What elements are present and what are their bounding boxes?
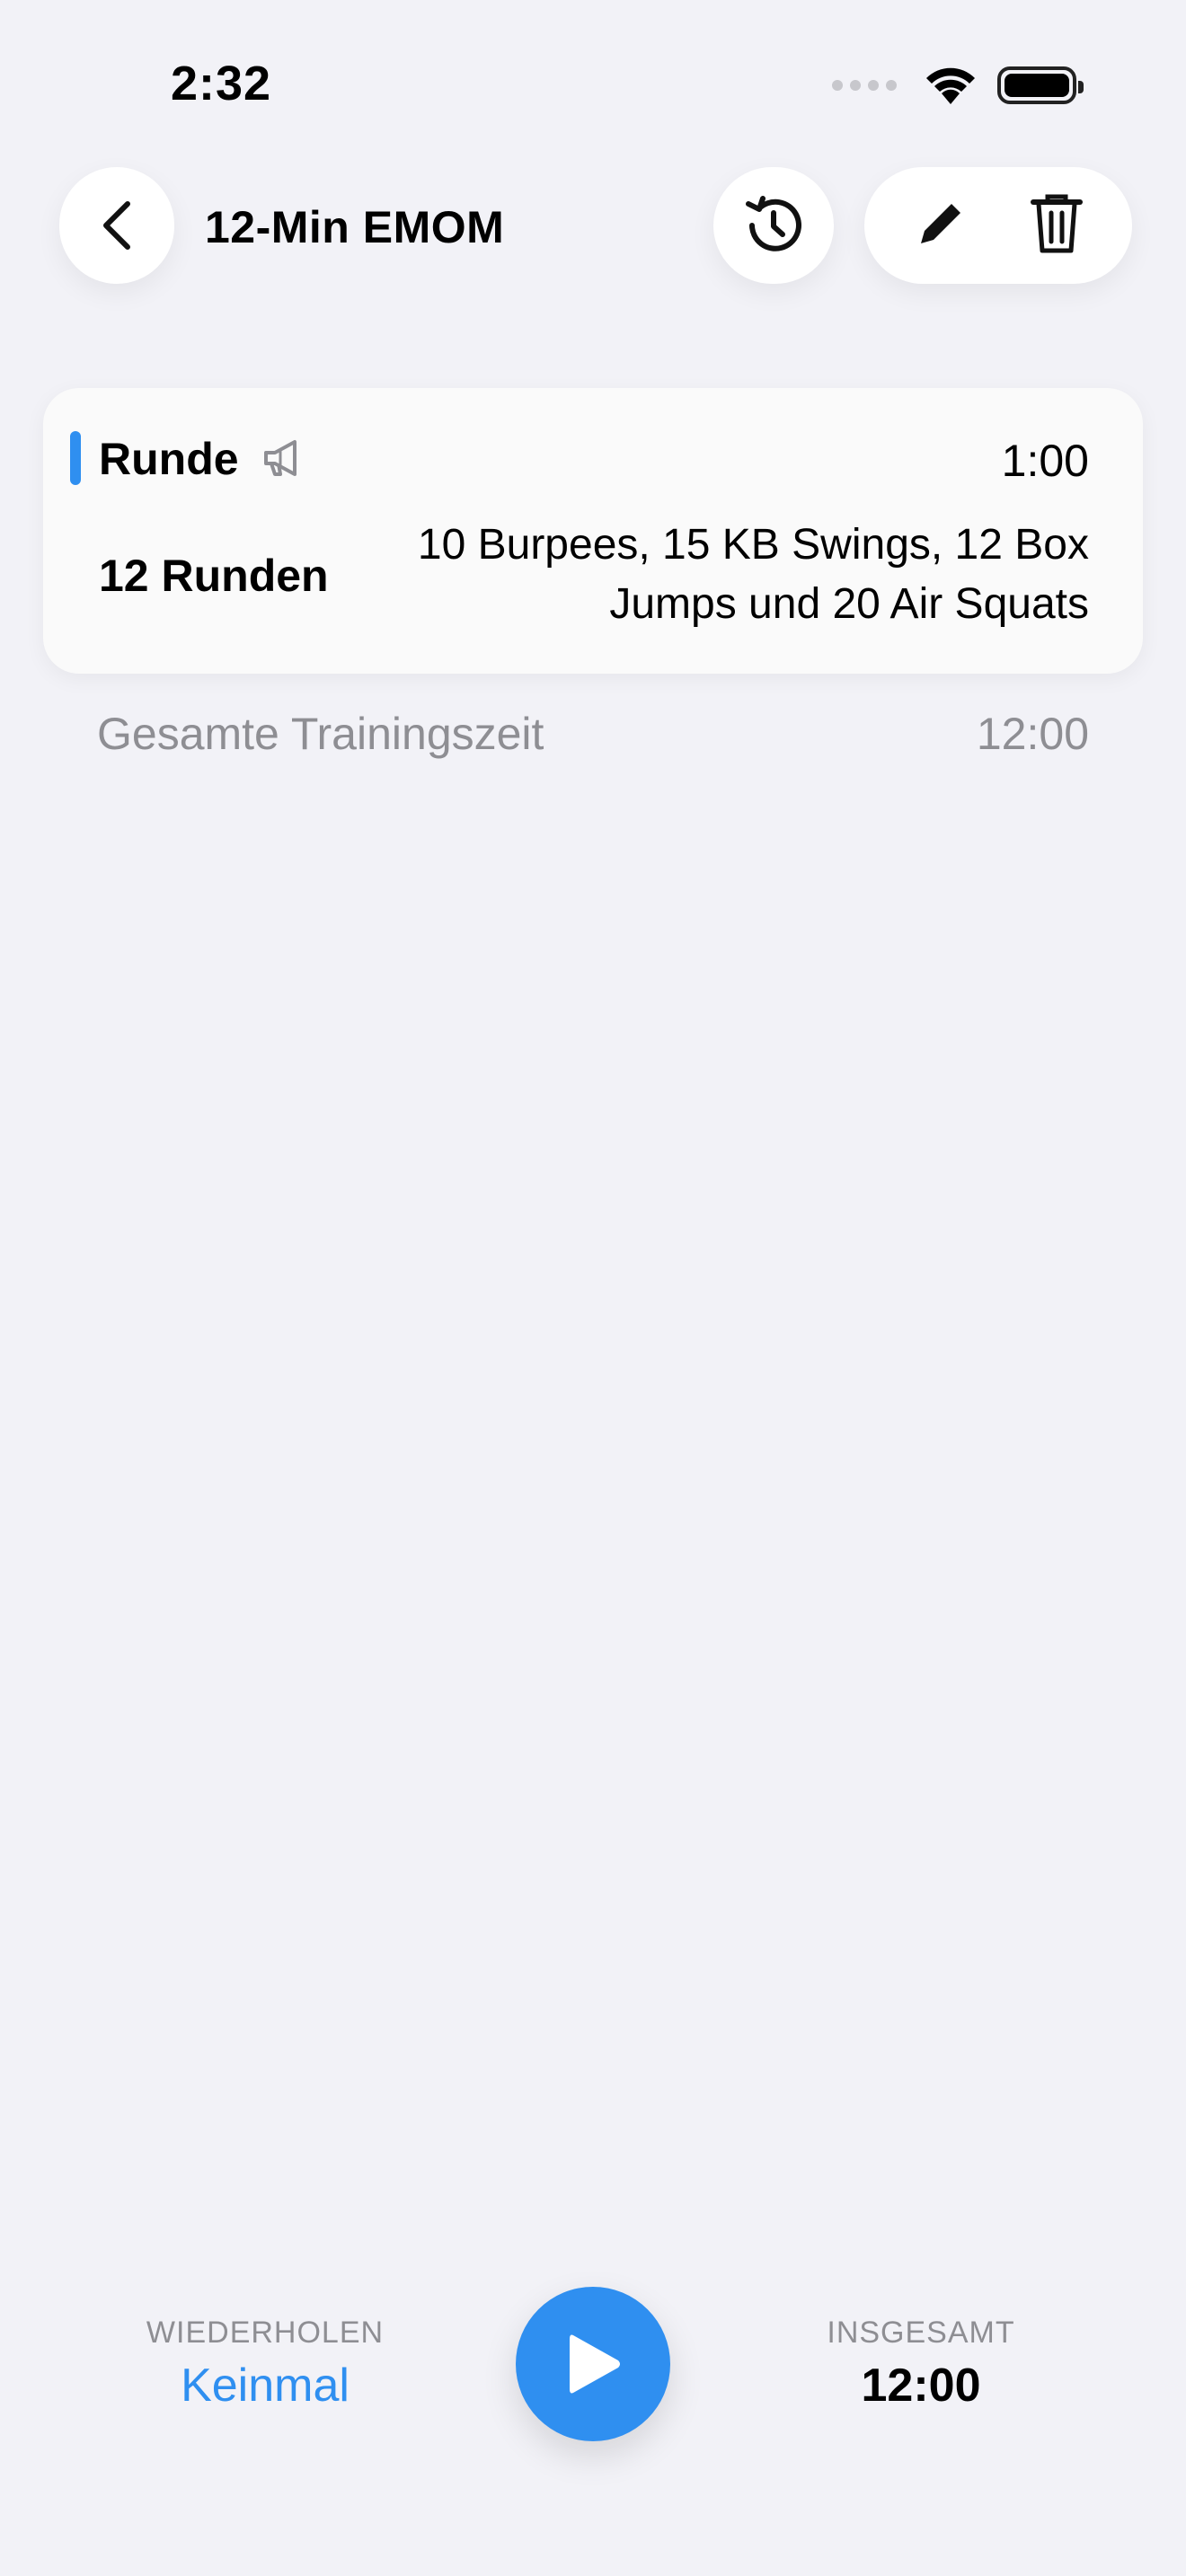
status-icons: [832, 65, 1084, 106]
megaphone-icon: [264, 440, 296, 476]
play-icon: [570, 2334, 620, 2394]
chevron-left-icon: [103, 201, 130, 250]
total-training-time-label: Gesamte Trainingszeit: [97, 709, 544, 759]
back-button[interactable]: [59, 167, 174, 284]
interval-card[interactable]: Runde 1:00 12 Runden 10 Burpees, 15 KB S…: [43, 388, 1143, 674]
repeat-label: WIEDERHOLEN: [146, 2316, 385, 2350]
page-title: 12-Min EMOM: [205, 202, 505, 252]
history-button[interactable]: [713, 167, 834, 284]
history-icon: [746, 196, 801, 251]
pencil-icon: [920, 203, 960, 243]
interval-title: Runde: [99, 434, 239, 484]
status-time: 2:32: [171, 57, 272, 110]
play-button[interactable]: [516, 2287, 670, 2441]
total-training-time-row: Gesamte Trainingszeit 12:00: [97, 708, 1089, 760]
wifi-icon: [926, 67, 975, 104]
workout-detail-screen: 2:32 12-Min EMOM Runde 1:00 12 Runden 10…: [0, 0, 1186, 2576]
cellular-signal-icon: [832, 80, 897, 91]
repeat-value-button[interactable]: Keinmal: [99, 2359, 431, 2413]
delete-button[interactable]: [1028, 191, 1085, 260]
interval-duration: 1:00: [1001, 436, 1089, 486]
interval-color-bar: [70, 431, 81, 485]
interval-rounds: 12 Runden: [99, 551, 329, 601]
trash-icon: [1030, 194, 1083, 252]
battery-icon: [997, 66, 1084, 104]
total-training-time-value: 12:00: [976, 709, 1089, 759]
total-label: INSGESAMT: [827, 2316, 1015, 2350]
interval-description: 10 Burpees, 15 KB Swings, 12 Box Jumps u…: [417, 521, 1089, 628]
edit-delete-group: [864, 167, 1132, 284]
edit-button[interactable]: [912, 195, 969, 257]
total-value: 12:00: [861, 2360, 981, 2412]
